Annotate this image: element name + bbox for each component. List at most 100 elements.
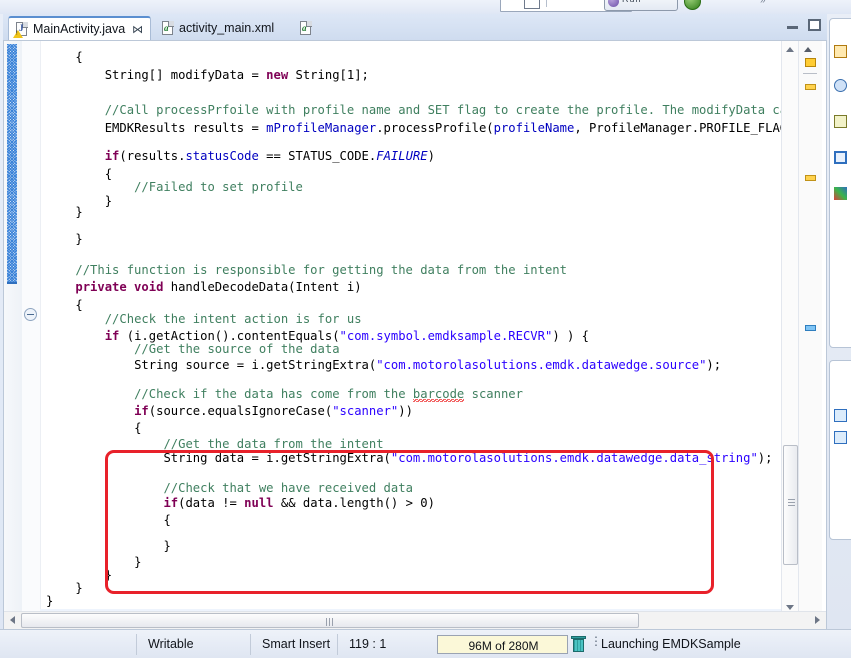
- code-line: String data = i.getStringExtra("com.moto…: [163, 450, 772, 468]
- scroll-right-icon[interactable]: [810, 612, 826, 629]
- xml-file-icon: a: [161, 21, 175, 36]
- trash-can-icon[interactable]: [571, 636, 586, 652]
- folding-column: [22, 41, 41, 629]
- code-token: if: [163, 496, 178, 510]
- code-token: handleDecodeData(Intent i): [163, 280, 361, 294]
- code-line: //Check the intent action is for us: [105, 311, 362, 329]
- code-token: (data !=: [178, 496, 244, 510]
- code-line: //Get the source of the data: [134, 341, 339, 359]
- code-token: }: [75, 581, 82, 595]
- code-token: barcode: [413, 387, 464, 402]
- outline-item-icon[interactable]: [834, 409, 847, 422]
- scroll-up-icon[interactable]: [782, 41, 799, 57]
- code-line: {: [75, 49, 82, 67]
- code-token: {: [75, 298, 82, 312]
- code-token: "com.symbol.emdksample.RECVR": [340, 329, 553, 343]
- main-toolbar: Run »: [0, 0, 851, 14]
- palette-box-icon[interactable]: [834, 151, 847, 164]
- info-marker[interactable]: [805, 325, 816, 331]
- status-task: Launching EMDKSample: [601, 637, 741, 651]
- code-line: String[] modifyData = new String[1];: [105, 67, 369, 85]
- status-bar: Writable Smart Insert 119 : 1 96M of 280…: [0, 629, 851, 658]
- palette-panel[interactable]: [829, 18, 851, 348]
- change-bar-end: [7, 282, 17, 284]
- overview-ruler[interactable]: [798, 41, 822, 631]
- heap-label: 96M of 280M: [438, 639, 569, 653]
- vertical-scrollbar[interactable]: [781, 41, 799, 615]
- code-line: }: [75, 580, 82, 598]
- minimize-icon[interactable]: [787, 21, 798, 30]
- code-line: {: [105, 166, 112, 184]
- palette-grid-icon[interactable]: [834, 115, 847, 128]
- editor-tab-label: activity_main.xml: [179, 21, 274, 35]
- code-token: {: [163, 513, 170, 527]
- code-line: {: [134, 420, 141, 438]
- palette-color-icon[interactable]: [834, 187, 847, 200]
- editor-body[interactable]: { String[] modifyData = new String[1]; //C…: [3, 40, 827, 630]
- code-token: "com.motorolasolutions.emdk.datawedge.so…: [376, 358, 706, 372]
- status-separator: [136, 634, 137, 655]
- code-line: if(source.equalsIgnoreCase("scanner")): [134, 403, 413, 421]
- scroll-grip-icon: [326, 618, 334, 626]
- code-token: {: [75, 50, 82, 64]
- code-token: ): [428, 149, 435, 163]
- code-token: String data = i.getStringExtra(: [163, 451, 390, 465]
- code-token: //Get the data from the intent: [163, 437, 383, 451]
- horizontal-scrollbar[interactable]: [4, 611, 826, 629]
- code-token: }: [105, 568, 112, 582]
- palette-warning-icon[interactable]: [834, 45, 847, 58]
- code-line: }: [163, 538, 170, 556]
- code-token: //This function is responsible for getti…: [75, 263, 567, 277]
- code-token: }: [134, 555, 141, 569]
- close-icon[interactable]: ⋈: [132, 23, 143, 36]
- run-button[interactable]: Run: [604, 0, 678, 11]
- ruler-top-arrow-icon[interactable]: [804, 47, 812, 52]
- toolbar-window-icon[interactable]: [524, 0, 540, 9]
- code-line: //Check if the data has come from the ba…: [134, 386, 523, 404]
- editor-tab-mainactivity[interactable]: J ! MainActivity.java ⋈: [8, 16, 151, 40]
- code-line: if(results.statusCode == STATUS_CODE.FAI…: [105, 148, 435, 166]
- code-line: if(data != null && data.length() > 0): [163, 495, 435, 513]
- editor-tab-activity-main-xml[interactable]: a activity_main.xml: [155, 16, 281, 40]
- outline-panel[interactable]: [829, 360, 851, 540]
- horizontal-scroll-thumb[interactable]: [21, 613, 639, 628]
- warning-marker[interactable]: [805, 58, 816, 67]
- code-line: }: [75, 231, 82, 249]
- code-token: statusCode: [185, 149, 258, 163]
- outline-item-icon[interactable]: [834, 431, 847, 444]
- code-token: (source.equalsIgnoreCase(: [149, 404, 332, 418]
- status-writable: Writable: [148, 637, 194, 651]
- maximize-icon[interactable]: [808, 19, 821, 31]
- code-token: );: [758, 451, 773, 465]
- xml-file-icon: a: [299, 21, 313, 36]
- code-line: {: [163, 512, 170, 530]
- code-token: private void: [75, 280, 163, 294]
- heap-monitor[interactable]: 96M of 280M: [437, 635, 568, 654]
- palette-info-icon[interactable]: [834, 79, 847, 92]
- code-token: == STATUS_CODE.: [259, 149, 376, 163]
- code-token: (results.: [119, 149, 185, 163]
- scroll-grip-icon: [788, 499, 795, 506]
- code-line: //This function is responsible for getti…: [75, 262, 567, 280]
- code-token: String[1];: [288, 68, 369, 82]
- right-dock-panel: [827, 14, 851, 630]
- code-token: .processProfile(: [376, 121, 493, 135]
- code-token: }: [46, 594, 53, 608]
- code-token: //Call processPrfoile with profile name …: [105, 103, 795, 117]
- code-token: }: [75, 232, 82, 246]
- code-token: ) ) {: [552, 329, 589, 343]
- vertical-scroll-thumb[interactable]: [783, 445, 798, 565]
- change-bar: [7, 44, 17, 282]
- code-token: if: [134, 404, 149, 418]
- editor-tab-third[interactable]: a: [293, 16, 324, 40]
- warning-marker[interactable]: [805, 84, 816, 90]
- collapse-icon[interactable]: [24, 308, 37, 321]
- debug-icon[interactable]: [684, 0, 701, 10]
- source-code[interactable]: { String[] modifyData = new String[1]; //C…: [46, 41, 798, 617]
- toolbar-overflow-icon[interactable]: »: [760, 0, 766, 6]
- warning-marker[interactable]: [805, 175, 816, 181]
- java-file-icon: J !: [15, 22, 29, 37]
- code-token: null: [244, 496, 273, 510]
- scroll-left-icon[interactable]: [4, 612, 20, 629]
- code-line: }: [105, 567, 112, 585]
